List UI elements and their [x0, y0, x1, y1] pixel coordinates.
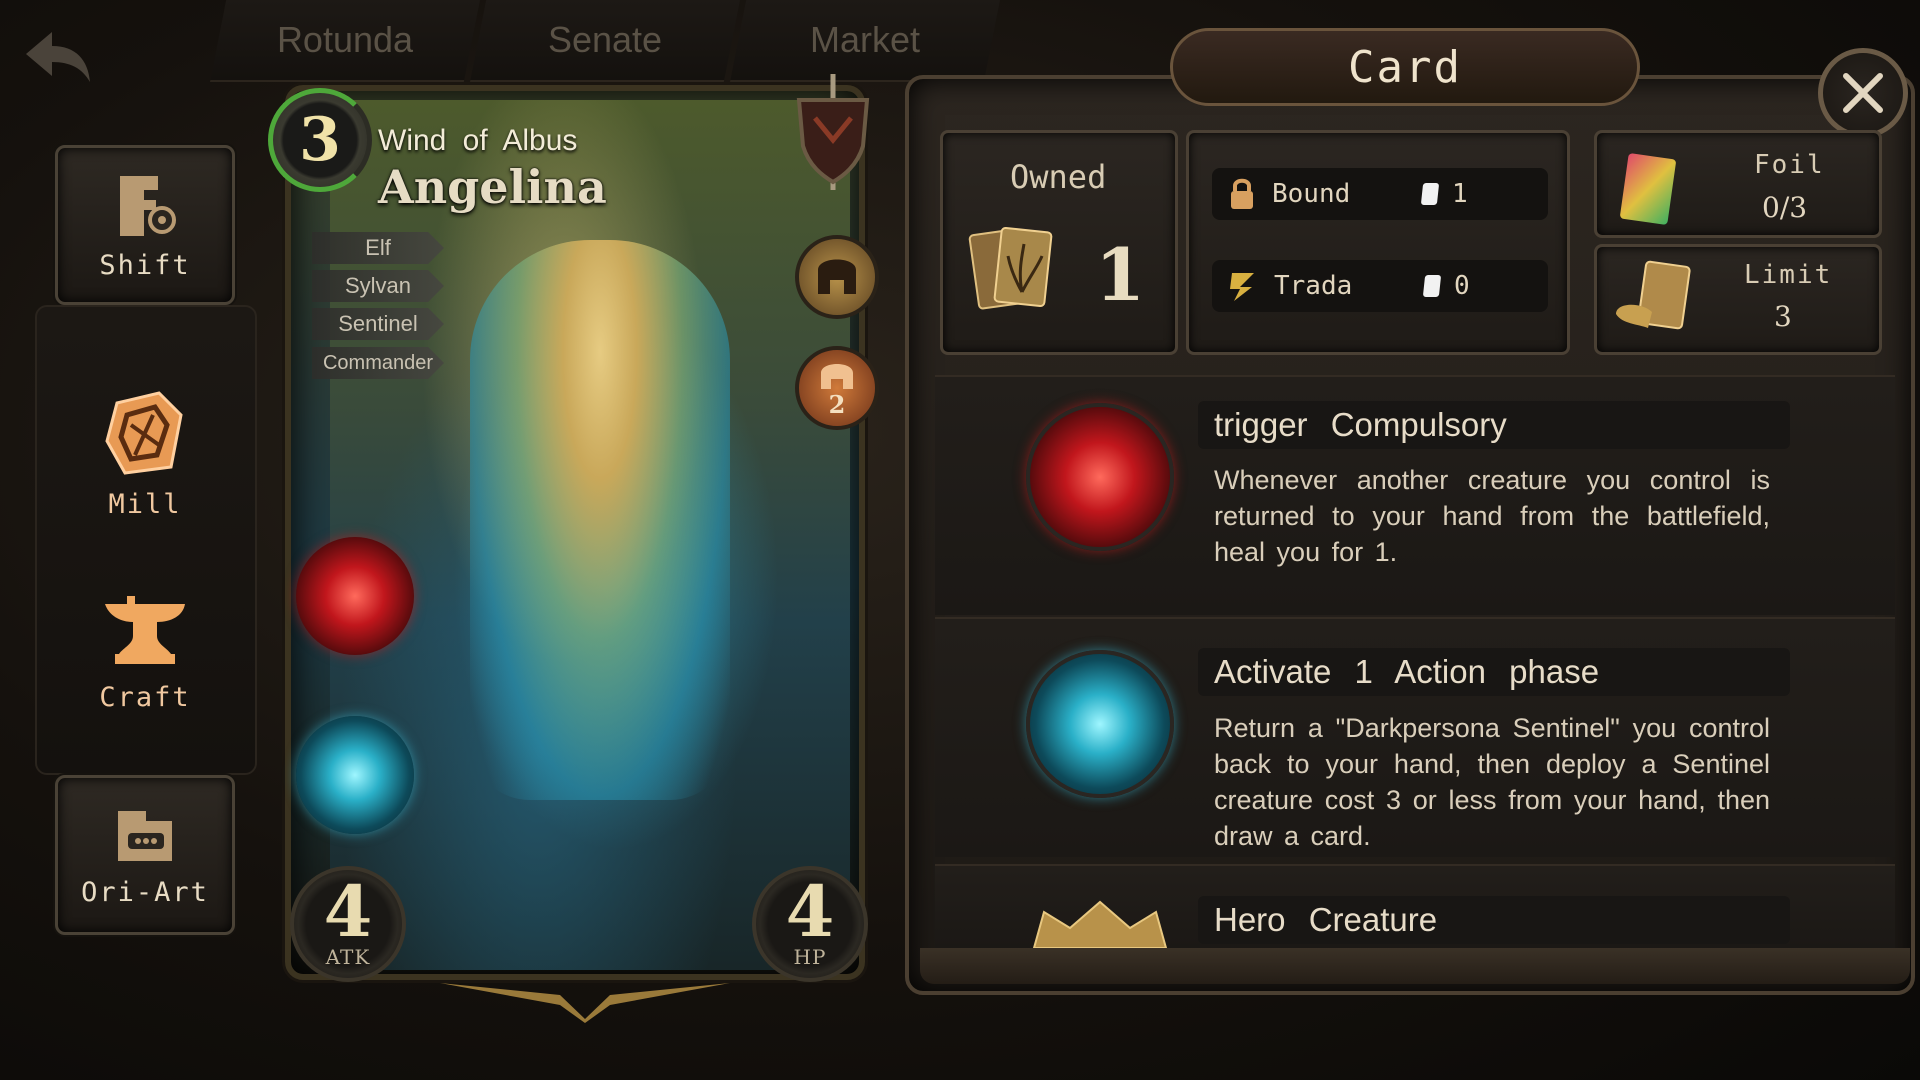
tab-market-label: Market	[809, 19, 921, 60]
craft-label: Craft	[99, 682, 191, 713]
foil-label: Foil	[1754, 150, 1825, 180]
tribe-tag-elf: Elf	[312, 232, 444, 264]
card-character-figure	[470, 240, 730, 800]
tribe-tag-commander: Commander	[312, 347, 444, 379]
bound-label: Bound	[1272, 179, 1351, 209]
sword-shield-emblem-icon	[785, 70, 881, 200]
atk-badge: 4 ATK	[290, 866, 406, 982]
trade-row: Trada 0	[1212, 260, 1548, 312]
crown-icon	[1032, 900, 1168, 948]
panel-title: Card	[1170, 28, 1640, 106]
back-arrow-icon	[26, 32, 90, 82]
card-bottom-ornament	[440, 983, 730, 1023]
helmet-small-icon	[821, 364, 853, 389]
tribe-tag-sylvan: Sylvan	[312, 270, 444, 302]
ability-2-head: Activate 1 Action phase	[1198, 648, 1790, 696]
owned-label: Owned	[1010, 158, 1107, 196]
atk-value: 4	[323, 869, 373, 953]
hp-badge: 4 HP	[752, 866, 868, 982]
card-fire-orb-icon	[296, 537, 414, 655]
limit-value: 3	[1774, 300, 1792, 333]
helmet-emblem-count: 2	[828, 390, 846, 419]
card-moon-orb-icon	[296, 716, 414, 834]
panel-bottom-trim	[920, 948, 1910, 984]
bound-row: Bound 1	[1212, 168, 1548, 220]
card-count-icon	[1422, 275, 1442, 297]
back-button[interactable]	[22, 26, 94, 86]
ability-1-text: Whenever another creature you control is…	[1214, 465, 1770, 567]
tab-rotunda[interactable]: Rotunda	[210, 0, 480, 82]
close-button[interactable]	[1818, 48, 1908, 138]
card-cost-badge: 3	[268, 88, 372, 192]
atk-label: ATK	[325, 945, 371, 970]
lock-icon	[1231, 178, 1253, 209]
owned-count: 1	[1095, 232, 1146, 317]
fire-orb-icon	[1026, 403, 1174, 551]
card-subtitle: Wind of Albus	[378, 124, 578, 157]
foil-card-icon	[1620, 153, 1676, 225]
mill-button[interactable]: Mill	[55, 385, 235, 525]
trade-token-icon	[1230, 273, 1254, 301]
tribe-tag-sentinel: Sentinel	[312, 308, 444, 340]
bound-trade-box	[1186, 130, 1570, 355]
owned-cards-icon	[968, 226, 1053, 310]
limit-cards-icon	[1616, 260, 1691, 330]
limit-label: Limit	[1744, 260, 1833, 290]
close-icon	[1843, 73, 1883, 113]
mill-label: Mill	[108, 489, 182, 520]
card-count-icon	[1420, 183, 1440, 205]
foil-value: 0/3	[1762, 191, 1808, 224]
trade-label: Trada	[1274, 271, 1353, 301]
card-cost-value: 3	[299, 105, 341, 175]
mill-card-icon	[105, 391, 183, 475]
craft-button[interactable]: Craft	[55, 590, 235, 720]
shift-label: Shift	[99, 249, 191, 281]
tab-rotunda-label: Rotunda	[276, 19, 414, 60]
card-name: Angelina	[378, 160, 607, 214]
hp-value: 4	[785, 869, 835, 953]
ability-1-head: trigger Compulsory	[1198, 401, 1790, 449]
bound-count: 1	[1452, 179, 1468, 209]
tab-senate[interactable]: Senate	[470, 0, 740, 82]
helmet-emblem-icon[interactable]	[795, 235, 879, 319]
hp-label: HP	[793, 945, 827, 970]
helmet-count-emblem[interactable]: 2	[795, 346, 879, 430]
game-screen: Rotunda Senate Market Shift Mill Craft O…	[0, 0, 1920, 1080]
shift-button[interactable]: Shift	[55, 145, 235, 305]
ori-art-button[interactable]: Ori-Art	[55, 775, 235, 935]
ability-3-head: Hero Creature	[1198, 896, 1790, 944]
tab-senate-label: Senate	[547, 19, 663, 60]
trade-count: 0	[1454, 271, 1470, 301]
anvil-icon	[105, 596, 185, 664]
ori-art-icon	[118, 810, 172, 861]
ori-art-label: Ori-Art	[81, 876, 209, 908]
shift-scroll-icon	[120, 175, 176, 236]
ability-2-text: Return a "Darkpersona Sentinel" you cont…	[1214, 713, 1770, 851]
moon-orb-icon	[1026, 650, 1174, 798]
